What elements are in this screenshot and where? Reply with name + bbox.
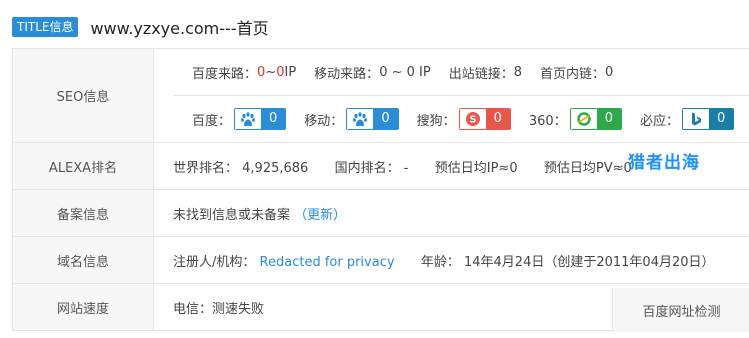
seo-label: SEO信息	[12, 48, 154, 143]
domestic-rank-label: 国内排名：	[334, 160, 400, 176]
alexa-label: ALEXA排名	[12, 142, 154, 190]
title-tag: TITLE信息	[12, 17, 79, 37]
s360-weight-value: 0	[596, 109, 621, 129]
beian-status: 未找到信息或未备案	[173, 207, 291, 223]
sogou-weight-value: 0	[485, 109, 510, 129]
title-row: TITLE信息 www.yzxye.com---首页	[12, 14, 269, 40]
sogou-weight-badge[interactable]: S 0	[458, 108, 511, 130]
sogou-icon: S	[459, 109, 486, 129]
domain-age-label: 年龄：	[420, 254, 460, 270]
world-rank-label: 世界排名：	[173, 160, 239, 176]
page-title: www.yzxye.com---首页	[90, 19, 269, 38]
daily-ip-label: 预估日均IP≈	[434, 160, 510, 176]
bing-icon	[683, 109, 710, 129]
mobile-weight-value: 0	[373, 109, 398, 129]
domain-age-value: 14年4月24日（创建于2011年04月20日）	[463, 254, 715, 270]
registrant-link[interactable]: Redacted for privacy	[260, 255, 395, 270]
s360-weight-label: 360：	[528, 113, 567, 129]
mobile-weight-badge[interactable]: 0	[346, 108, 399, 130]
baidu-traffic-max[interactable]: 0	[276, 65, 284, 80]
homepage-links-value[interactable]: 0	[605, 65, 613, 80]
seo-weight-row: 百度： 0 移动： 0 搜狗： S 0 360： 0 必应： 0	[173, 95, 749, 142]
outbound-links-value[interactable]: 8	[514, 65, 522, 80]
svg-text:S: S	[469, 115, 476, 126]
paw-icon	[347, 109, 374, 129]
s360-weight-badge[interactable]: 0	[569, 108, 622, 130]
baidu-traffic-unit: IP	[284, 64, 297, 80]
360-icon	[570, 109, 597, 129]
beian-label: 备案信息	[12, 189, 154, 237]
bing-weight-label: 必应：	[640, 113, 680, 129]
mobile-weight-label: 移动：	[304, 113, 344, 129]
beian-update-link[interactable]: （更新）	[294, 208, 346, 223]
domestic-rank-value: -	[403, 160, 409, 176]
baidu-url-check-button[interactable]: 百度网址检测	[612, 288, 749, 332]
registrant-label: 注册人/机构：	[173, 254, 256, 270]
bing-weight-value: 0	[709, 109, 734, 129]
domain-label: 域名信息	[12, 236, 154, 284]
mobile-traffic-label: 移动来路：	[314, 66, 380, 82]
baidu-traffic-label: 百度来路：	[192, 66, 258, 82]
outbound-links-label: 出站链接：	[448, 66, 514, 82]
baidu-traffic-min[interactable]: 0	[257, 65, 265, 80]
beian-content: 未找到信息或未备案 （更新）	[153, 189, 749, 237]
baidu-weight-value: 0	[261, 109, 286, 129]
speed-label: 网站速度	[12, 283, 154, 331]
domain-content: 注册人/机构： Redacted for privacy 年龄： 14年4月24…	[153, 236, 749, 284]
paw-icon	[235, 109, 262, 129]
seo-traffic-row: 百度来路： 0 ~ 0 IP 移动来路： 0 ~ 0 IP 出站链接： 8 首页…	[173, 50, 749, 96]
daily-ip-value: 0	[509, 160, 518, 176]
telecom-speed-result: 电信：测速失败	[173, 301, 265, 317]
baidu-weight-label: 百度：	[192, 113, 232, 129]
baidu-traffic-tilde: ~	[265, 64, 277, 80]
homepage-links-label: 首页内链：	[540, 66, 606, 82]
watermark-logo: 猎者出海	[628, 153, 700, 173]
seo-content: 百度来路： 0 ~ 0 IP 移动来路： 0 ~ 0 IP 出站链接： 8 首页…	[153, 48, 749, 143]
baidu-weight-badge[interactable]: 0	[234, 108, 287, 130]
sogou-weight-label: 搜狗：	[416, 113, 456, 129]
bing-weight-badge[interactable]: 0	[682, 108, 735, 130]
daily-pv-label: 预估日均PV≈	[543, 160, 624, 176]
mobile-traffic-value: 0 ~ 0 IP	[379, 64, 431, 80]
world-rank-value: 4,925,686	[242, 160, 309, 176]
